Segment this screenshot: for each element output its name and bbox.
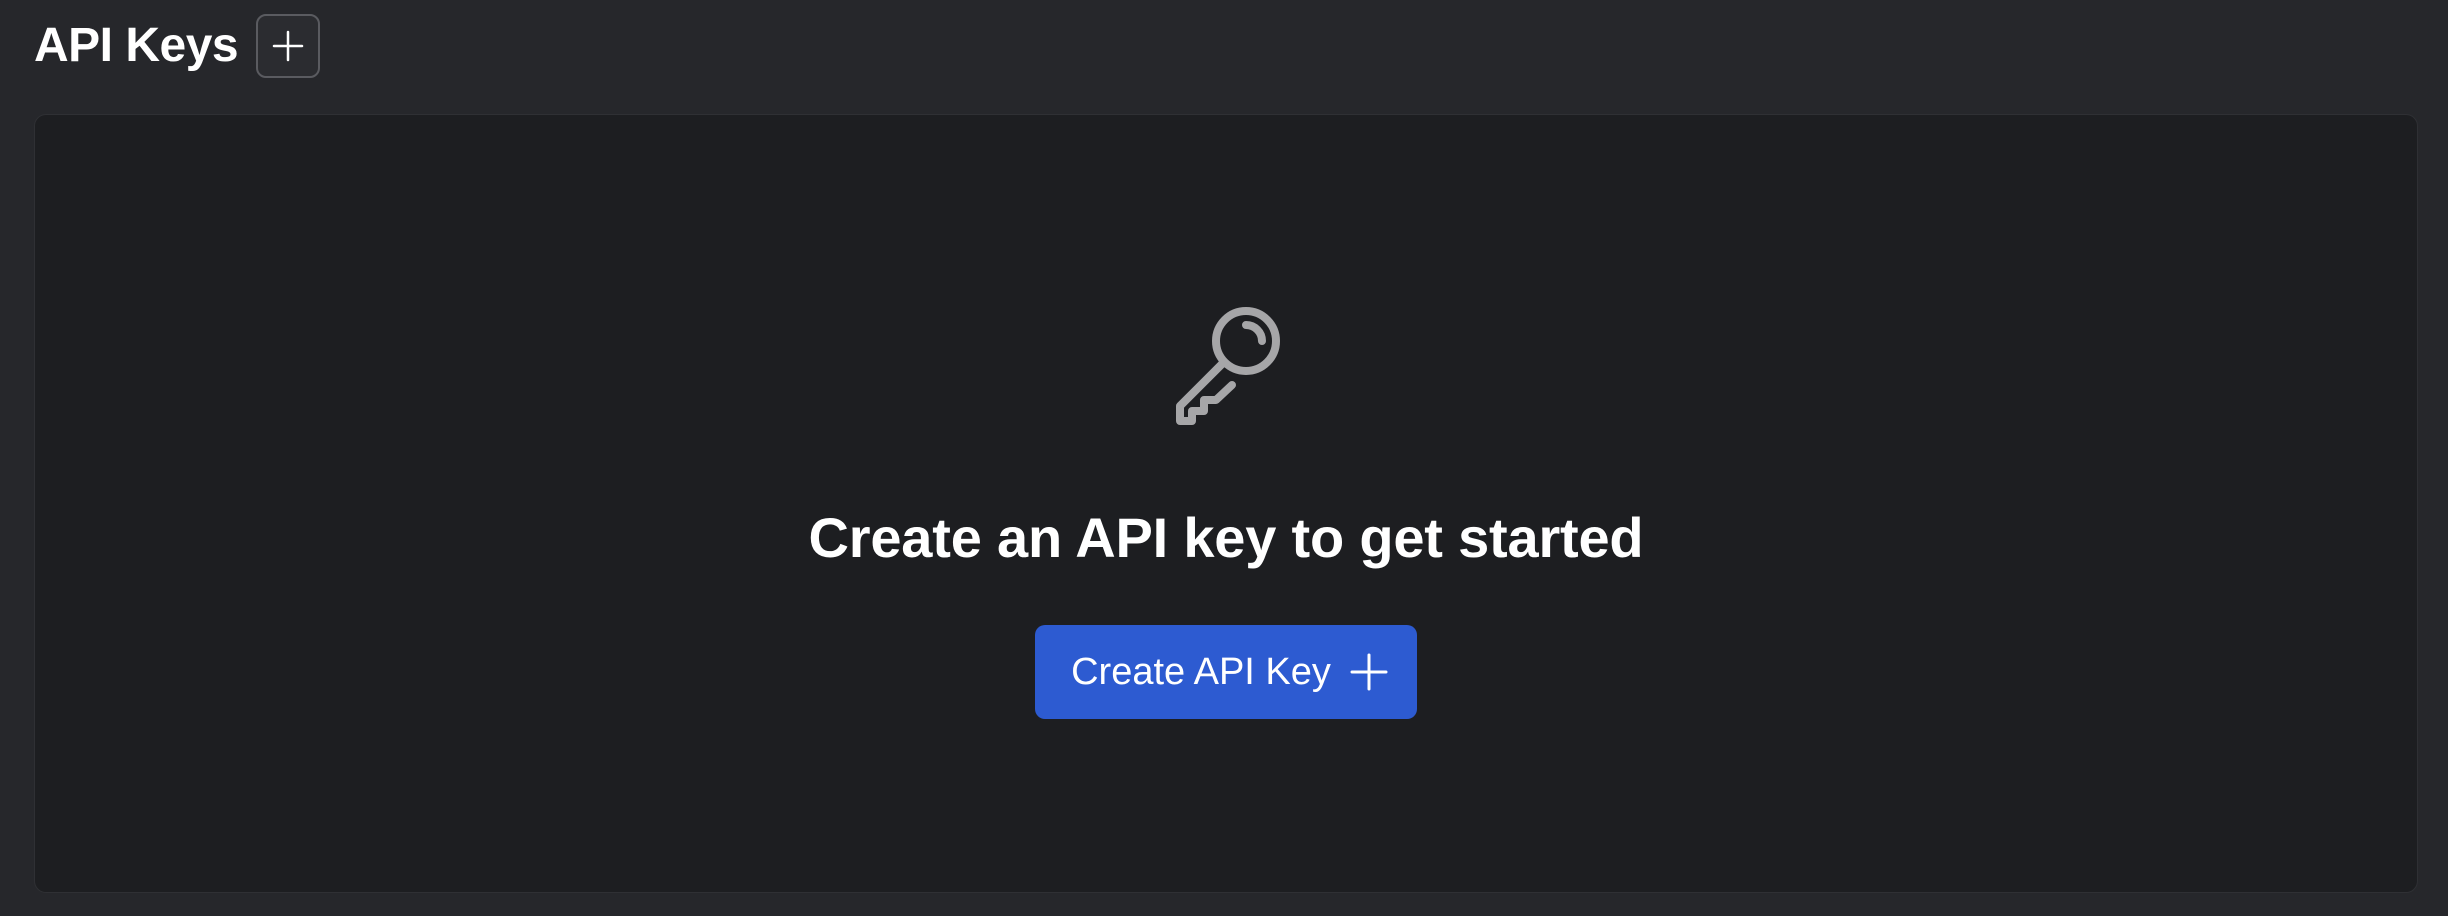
plus-icon bbox=[272, 30, 304, 62]
page-header: API Keys bbox=[34, 14, 321, 78]
add-api-key-button[interactable] bbox=[256, 14, 321, 78]
page-title: API Keys bbox=[34, 19, 239, 72]
create-api-key-button[interactable]: Create API Key bbox=[1035, 624, 1417, 719]
key-icon bbox=[1176, 307, 1280, 425]
empty-state-title: Create an API key to get started bbox=[808, 506, 1644, 569]
plus-icon bbox=[1350, 653, 1388, 691]
create-api-key-button-label: Create API Key bbox=[1071, 650, 1331, 693]
api-keys-panel: Create an API key to get started Create … bbox=[34, 114, 2418, 893]
api-keys-page: API Keys Create an API key to get starte… bbox=[0, 0, 2448, 916]
empty-state: Create an API key to get started Create … bbox=[35, 299, 2417, 719]
